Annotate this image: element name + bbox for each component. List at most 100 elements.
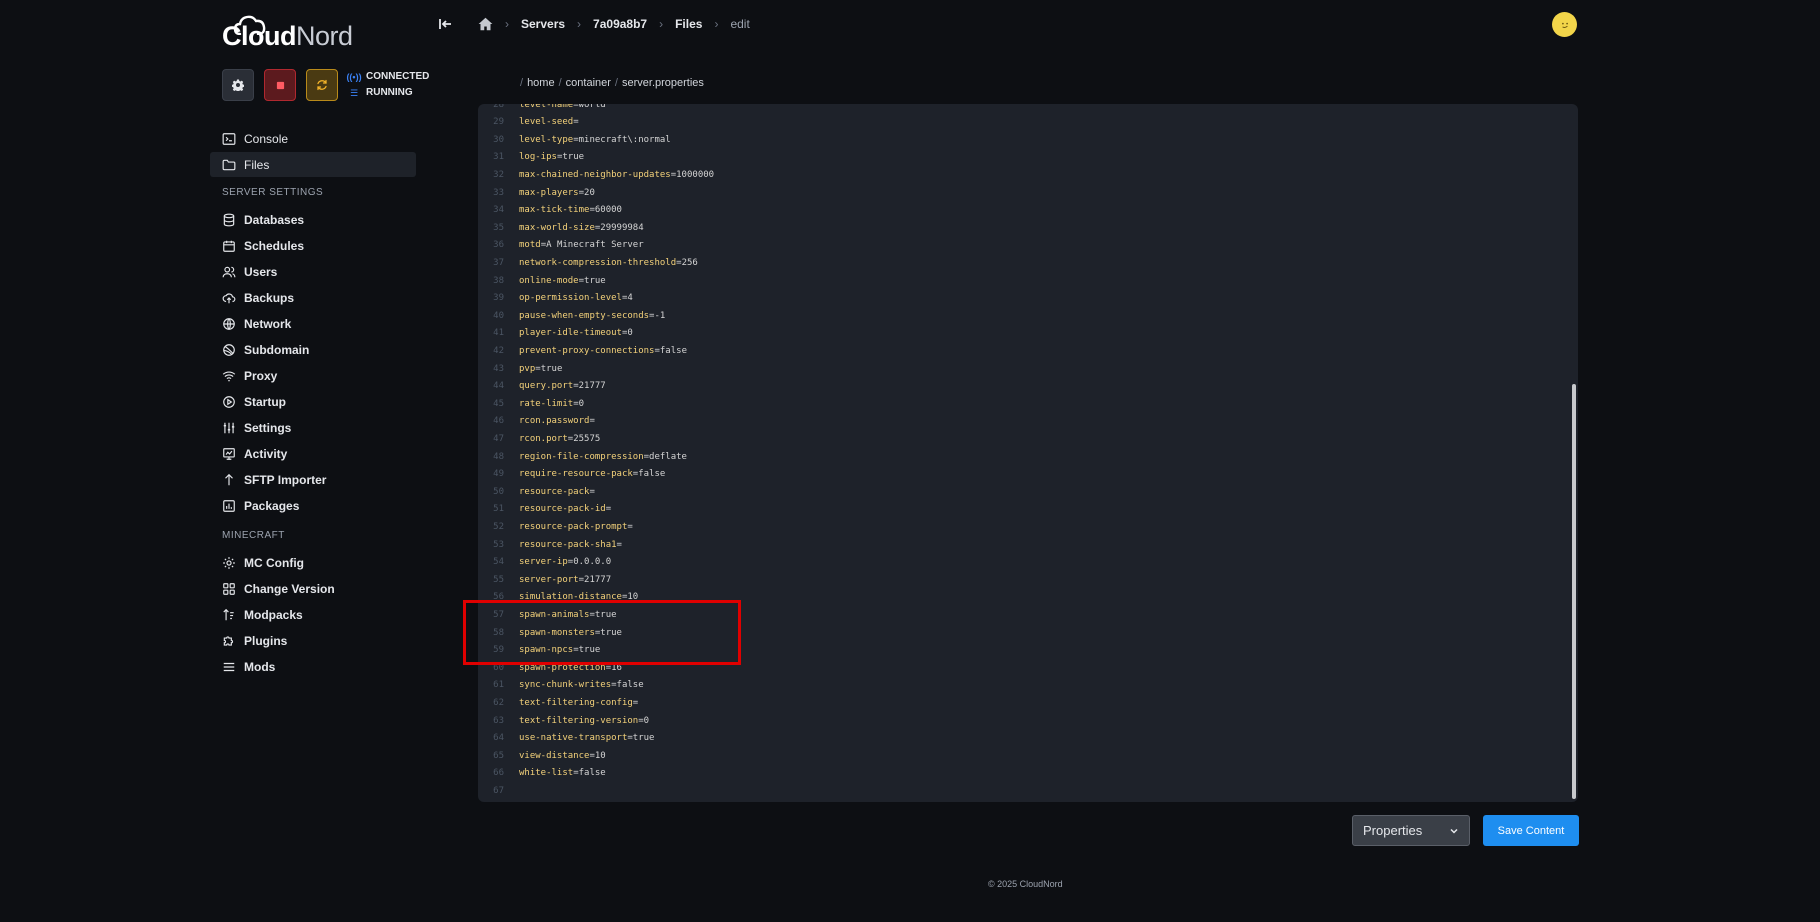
restart-server-button[interactable] (306, 69, 338, 101)
code-line[interactable]: 30 level-type = minecraft\:normal (478, 131, 1578, 148)
code-line[interactable]: 65 view-distance = 10 (478, 747, 1578, 764)
code-line[interactable]: 29 level-seed = (478, 114, 1578, 131)
code-line[interactable]: 63 text-filtering-version = 0 (478, 712, 1578, 729)
property-key: level-type (519, 134, 574, 145)
sidebar-item-mods[interactable]: Mods (210, 654, 416, 679)
path-segment-container[interactable]: container (566, 77, 611, 89)
code-line[interactable]: 53 resource-pack-sha1 = (478, 536, 1578, 553)
code-line[interactable]: 32 max-chained-neighbor-updates = 1000000 (478, 166, 1578, 183)
file-type-select[interactable]: Properties (1352, 815, 1470, 846)
code-line[interactable]: 64 use-native-transport = true (478, 730, 1578, 747)
brand-logo[interactable]: CloudNord (222, 15, 353, 54)
home-icon[interactable] (478, 17, 493, 31)
code-line[interactable]: 38 online-mode = true (478, 272, 1578, 289)
path-separator: / (558, 77, 562, 89)
sidebar-item-packages[interactable]: Packages (210, 493, 416, 518)
breadcrumb-files[interactable]: Files (675, 17, 702, 31)
save-content-button[interactable]: Save Content (1483, 815, 1579, 846)
breadcrumb-server-id[interactable]: 7a09a8b7 (593, 17, 647, 31)
code-line[interactable]: 51 resource-pack-id = (478, 501, 1578, 518)
code-line[interactable]: 61 sync-chunk-writes = false (478, 677, 1578, 694)
sidebar-item-users[interactable]: Users (210, 259, 416, 284)
sidebar-item-plugins[interactable]: Plugins (210, 628, 416, 653)
list-icon (223, 662, 235, 671)
sidebar-item-schedules[interactable]: Schedules (210, 233, 416, 258)
user-avatar[interactable] (1552, 12, 1577, 37)
property-value: world (578, 104, 606, 110)
code-line[interactable]: 43 pvp = true (478, 360, 1578, 377)
sidebar-item-startup[interactable]: Startup (210, 389, 416, 414)
sidebar-item-label: Change Version (244, 581, 335, 596)
sidebar-item-modpacks[interactable]: Modpacks (210, 602, 416, 627)
code-line[interactable]: 31 log-ips = true (478, 149, 1578, 166)
code-line[interactable]: 48 region-file-compression = deflate (478, 448, 1578, 465)
code-line[interactable]: 36 motd = A Minecraft Server (478, 237, 1578, 254)
editor-scrollbar[interactable] (1572, 384, 1576, 799)
code-line[interactable]: 34 max-tick-time = 60000 (478, 202, 1578, 219)
code-line[interactable]: 47 rcon.port = 25575 (478, 430, 1578, 447)
activity-icon (223, 447, 235, 460)
sidebar-item-databases[interactable]: Databases (210, 207, 416, 232)
code-line[interactable]: 49 require-resource-pack = false (478, 466, 1578, 483)
sidebar-item-mc-config[interactable]: MC Config (210, 550, 416, 575)
code-line[interactable]: 41 player-idle-timeout = 0 (478, 325, 1578, 342)
sidebar-item-files[interactable]: Files (210, 152, 416, 177)
line-number: 32 (493, 169, 504, 180)
code-line[interactable]: 39 op-permission-level = 4 (478, 290, 1578, 307)
property-key: resource-pack-sha1 (519, 539, 617, 550)
code-line[interactable]: 28 level-name = world (478, 104, 1578, 113)
code-line[interactable]: 54 server-ip = 0.0.0.0 (478, 554, 1578, 571)
breadcrumb-servers[interactable]: Servers (521, 17, 565, 31)
code-line[interactable]: 62 text-filtering-config = (478, 694, 1578, 711)
path-segment-home[interactable]: home (527, 77, 555, 89)
sidebar-item-console[interactable]: Console (210, 126, 416, 151)
sidebar-item-backups[interactable]: Backups (210, 285, 416, 310)
property-key: pvp (519, 363, 536, 374)
code-line[interactable]: 46 rcon.password = (478, 413, 1578, 430)
sidebar-item-label: Settings (244, 420, 292, 435)
sidebar-item-label: Subdomain (244, 342, 310, 357)
code-line[interactable]: 35 max-world-size = 29999984 (478, 219, 1578, 236)
line-number: 52 (493, 521, 504, 532)
line-number: 33 (493, 187, 504, 198)
collapse-sidebar-icon[interactable] (438, 16, 454, 32)
sphere-icon (223, 343, 235, 356)
code-line[interactable]: 33 max-players = 20 (478, 184, 1578, 201)
sidebar-item-label: Modpacks (244, 607, 303, 622)
line-number: 42 (493, 345, 504, 356)
property-key: resource-pack (519, 486, 590, 497)
property-key: log-ips (519, 152, 557, 163)
property-value: 0 (578, 398, 585, 409)
terminal-icon (222, 132, 236, 145)
sidebar-item-change-version[interactable]: Change Version (210, 576, 416, 601)
code-line[interactable]: 55 server-port = 21777 (478, 571, 1578, 588)
code-line[interactable]: 42 prevent-proxy-connections = false (478, 342, 1578, 359)
property-key: level-seed (519, 117, 574, 128)
code-line[interactable]: 50 resource-pack = (478, 483, 1578, 500)
property-key: text-filtering-config (519, 697, 633, 708)
code-line[interactable]: 40 pause-when-empty-seconds = -1 (478, 307, 1578, 324)
sidebar-item-activity[interactable]: Activity (210, 441, 416, 466)
sidebar-item-settings[interactable]: Settings (210, 415, 416, 440)
property-value: true (562, 152, 585, 163)
code-line[interactable]: 67 (478, 782, 1578, 799)
sidebar: CloudNord ((•)) CONNECTED ☰ RUNNING Consol… (210, 0, 429, 922)
grid-icon (223, 582, 235, 595)
sidebar-item-subdomain[interactable]: Subdomain (210, 337, 416, 362)
code-line[interactable]: 45 rate-limit = 0 (478, 395, 1578, 412)
code-line[interactable]: 66 white-list = false (478, 765, 1578, 782)
code-line[interactable]: 44 query.port = 21777 (478, 378, 1578, 395)
property-value: false (578, 768, 606, 779)
sidebar-nav: Console Files SERVER SETTINGS Databases … (210, 126, 416, 680)
code-line[interactable]: 37 network-compression-threshold = 256 (478, 254, 1578, 271)
line-number: 29 (493, 117, 504, 128)
sidebar-item-proxy[interactable]: Proxy (210, 363, 416, 388)
code-editor[interactable]: 28 level-name = world 29 level-seed = 30 level-t… (478, 104, 1578, 802)
folder-icon (222, 159, 236, 170)
property-value: false (659, 345, 687, 356)
code-line[interactable]: 52 resource-pack-prompt = (478, 518, 1578, 535)
sidebar-item-sftp-importer[interactable]: SFTP Importer (210, 467, 416, 492)
sidebar-item-network[interactable]: Network (210, 311, 416, 336)
stop-server-button[interactable] (264, 69, 296, 101)
server-settings-button[interactable] (222, 69, 254, 101)
